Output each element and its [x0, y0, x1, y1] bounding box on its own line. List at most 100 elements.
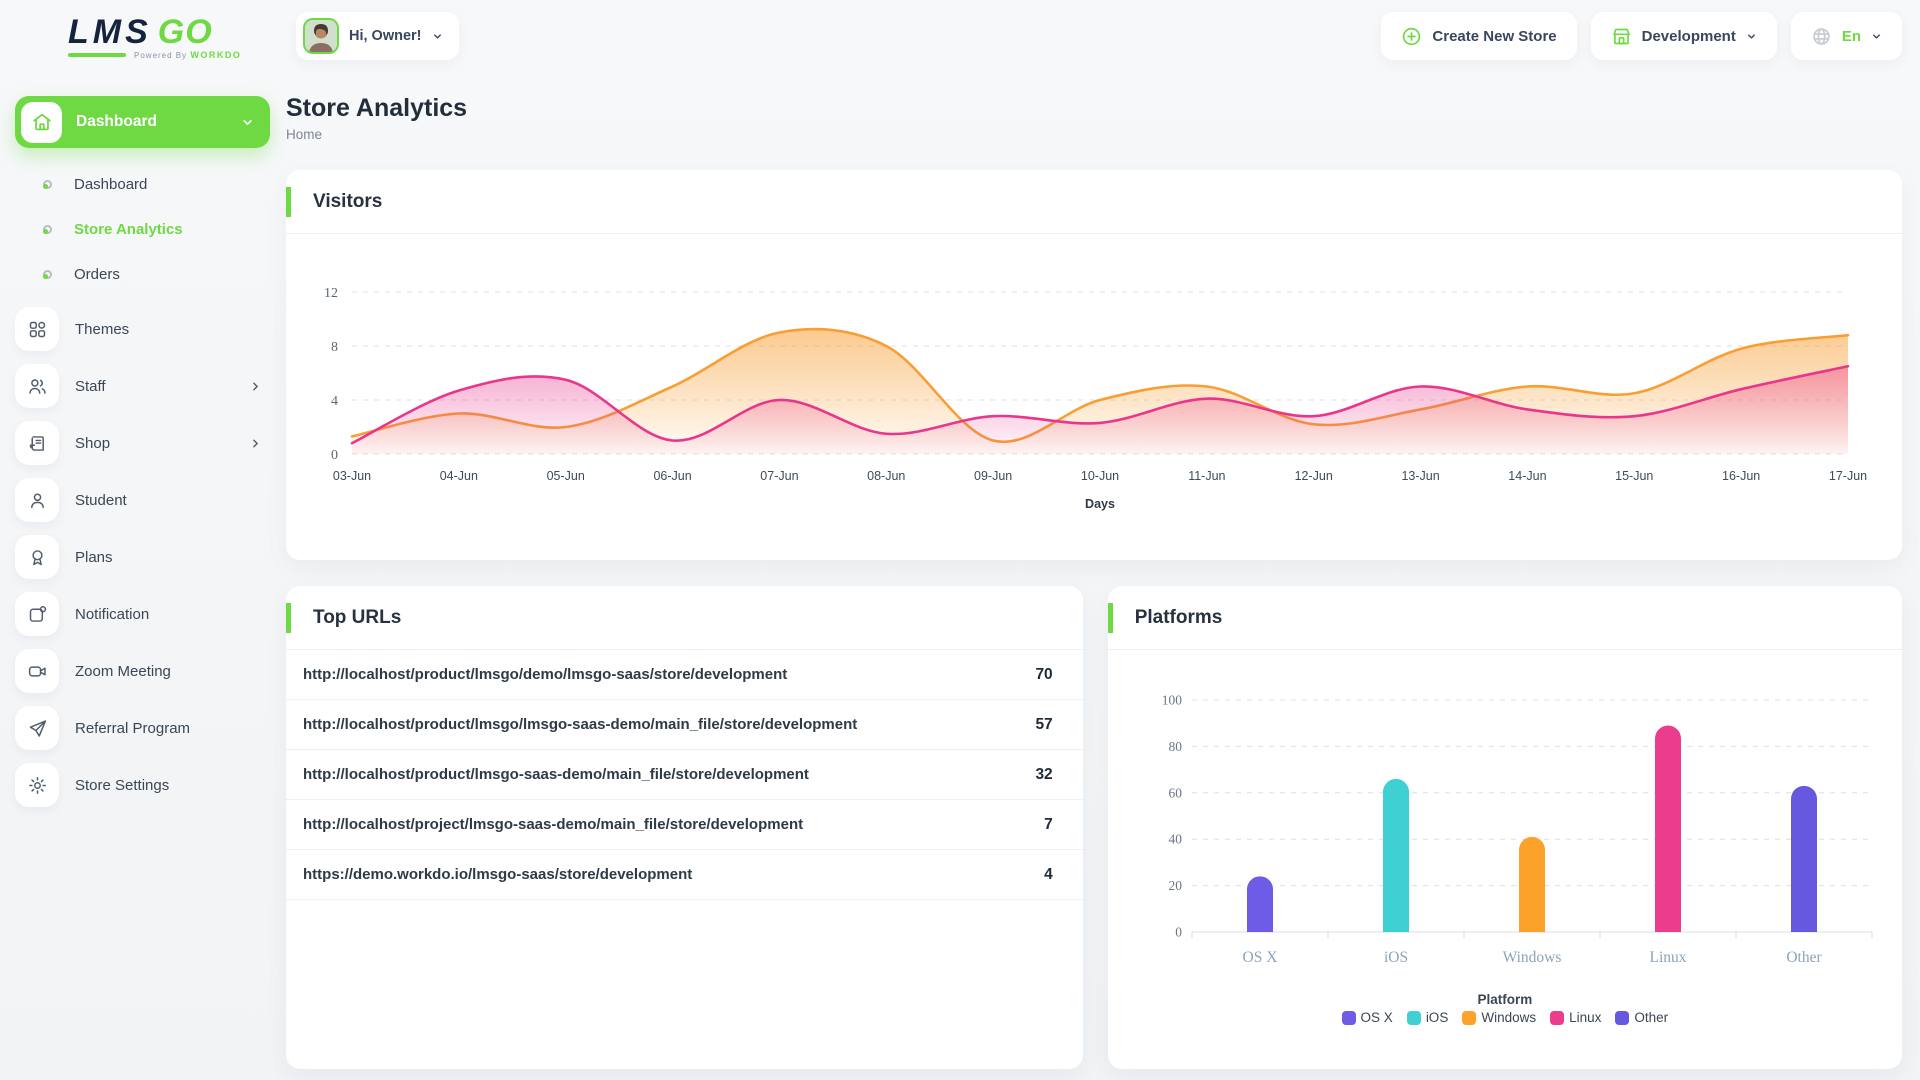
legend-title: Platform	[1477, 992, 1532, 1007]
sidebar-item-label: Referral Program	[75, 720, 270, 737]
top-url-row[interactable]: http://localhost/product/lmsgo/demo/lmsg…	[286, 650, 1083, 700]
bullet-icon	[43, 270, 52, 279]
app-logo[interactable]: LMS GO Powered By WORKDO	[0, 13, 286, 60]
visitors-area-chart: 1284003-Jun04-Jun05-Jun06-Jun07-Jun08-Ju…	[286, 234, 1902, 541]
url-count: 7	[1044, 816, 1053, 834]
notification-icon	[15, 592, 59, 636]
legend-swatch	[1462, 1011, 1476, 1025]
submenu-label: Orders	[74, 266, 120, 283]
svg-text:05-Jun: 05-Jun	[547, 469, 585, 483]
main-content: Store Analytics Home Visitors 1284003-Ju…	[286, 72, 1902, 1080]
sidebar-group-dashboard[interactable]: Dashboard	[15, 96, 270, 148]
send-icon	[15, 706, 59, 750]
svg-text:14-Jun: 14-Jun	[1508, 469, 1546, 483]
url-text: https://demo.workdo.io/lmsgo-saas/store/…	[303, 866, 1044, 883]
svg-text:17-Jun: 17-Jun	[1829, 469, 1867, 483]
svg-text:0: 0	[331, 448, 338, 463]
sidebar-item-plans[interactable]: Plans	[15, 535, 270, 579]
sidebar-item-notification[interactable]: Notification	[15, 592, 270, 636]
bar-windows	[1519, 837, 1545, 932]
chevron-down-icon	[1871, 31, 1882, 42]
sidebar-item-zoom-meeting[interactable]: Zoom Meeting	[15, 649, 270, 693]
award-icon	[15, 535, 59, 579]
language-dropdown[interactable]: En	[1791, 12, 1902, 60]
sidebar-submenu-item-orders[interactable]: Orders	[15, 252, 270, 297]
sidebar-item-staff[interactable]: Staff	[15, 364, 270, 408]
plus-circle-icon	[1401, 26, 1422, 47]
submenu-label: Store Analytics	[74, 221, 183, 238]
breadcrumb[interactable]: Home	[286, 127, 1902, 142]
legend-label: Other	[1634, 1010, 1668, 1025]
svg-text:0: 0	[1175, 925, 1182, 940]
home-icon	[21, 102, 62, 143]
logo-text-secondary: GO	[158, 13, 213, 52]
receipt-icon	[15, 421, 59, 465]
url-text: http://localhost/product/lmsgo-saas-demo…	[303, 766, 1035, 783]
svg-text:12-Jun: 12-Jun	[1295, 469, 1333, 483]
bar-other	[1791, 786, 1817, 932]
top-url-row[interactable]: http://localhost/project/lmsgo-saas-demo…	[286, 800, 1083, 850]
svg-text:Linux: Linux	[1649, 949, 1686, 966]
platforms-legend: Platform OS X iOS Windows Linux Other	[1342, 992, 1669, 1025]
sidebar-submenu-item-store-analytics[interactable]: Store Analytics	[15, 207, 270, 252]
sidebar-item-label: Store Settings	[75, 777, 270, 794]
sidebar-item-student[interactable]: Student	[15, 478, 270, 522]
sidebar-item-referral-program[interactable]: Referral Program	[15, 706, 270, 750]
top-urls-card: Top URLs http://localhost/product/lmsgo/…	[286, 586, 1083, 1069]
visitors-card-title: Visitors	[313, 191, 382, 213]
bullet-icon	[43, 180, 52, 189]
svg-text:12: 12	[324, 286, 338, 301]
legend-item-ios[interactable]: iOS	[1407, 1010, 1449, 1025]
svg-text:04-Jun: 04-Jun	[440, 469, 478, 483]
users-icon	[15, 364, 59, 408]
chevron-right-icon	[249, 437, 262, 450]
legend-item-os-x[interactable]: OS X	[1342, 1010, 1393, 1025]
avatar	[303, 18, 339, 54]
svg-text:07-Jun: 07-Jun	[760, 469, 798, 483]
sidebar-submenu: Dashboard Store Analytics Orders	[15, 162, 270, 297]
store-selector-dropdown[interactable]: Development	[1591, 12, 1777, 60]
user-menu[interactable]: Hi, Owner!	[296, 12, 459, 60]
url-count: 70	[1035, 666, 1052, 684]
chevron-right-icon	[249, 380, 262, 393]
legend-label: iOS	[1426, 1010, 1449, 1025]
svg-text:60: 60	[1168, 785, 1182, 800]
legend-label: OS X	[1361, 1010, 1393, 1025]
legend-item-other[interactable]: Other	[1615, 1010, 1668, 1025]
submenu-label: Dashboard	[74, 176, 147, 193]
url-count: 32	[1035, 766, 1052, 784]
sidebar-item-themes[interactable]: Themes	[15, 307, 270, 351]
sidebar-items: Themes Staff Shop Student Plans	[15, 307, 270, 807]
sidebar-item-label: Notification	[75, 606, 270, 623]
video-icon	[15, 649, 59, 693]
svg-text:09-Jun: 09-Jun	[974, 469, 1012, 483]
top-url-row[interactable]: https://demo.workdo.io/lmsgo-saas/store/…	[286, 850, 1083, 900]
store-icon	[1611, 26, 1632, 47]
sidebar-group-label: Dashboard	[76, 113, 227, 131]
top-url-row[interactable]: http://localhost/product/lmsgo-saas-demo…	[286, 750, 1083, 800]
chevron-down-icon	[1746, 31, 1757, 42]
sidebar-item-label: Themes	[75, 321, 270, 338]
visitors-card: Visitors 1284003-Jun04-Jun05-Jun06-Jun07…	[286, 170, 1902, 560]
legend-swatch	[1342, 1011, 1356, 1025]
platforms-card-title: Platforms	[1135, 607, 1223, 629]
svg-text:06-Jun: 06-Jun	[653, 469, 691, 483]
url-count: 4	[1044, 866, 1053, 884]
legend-item-windows[interactable]: Windows	[1462, 1010, 1536, 1025]
legend-swatch	[1550, 1011, 1564, 1025]
sidebar-item-store-settings[interactable]: Store Settings	[15, 763, 270, 807]
sidebar-item-shop[interactable]: Shop	[15, 421, 270, 465]
sidebar-item-label: Shop	[75, 435, 233, 452]
create-new-store-button[interactable]: Create New Store	[1381, 12, 1576, 60]
svg-text:40: 40	[1168, 832, 1182, 847]
top-url-row[interactable]: http://localhost/product/lmsgo/lmsgo-saa…	[286, 700, 1083, 750]
sidebar-submenu-item-dashboard[interactable]: Dashboard	[15, 162, 270, 207]
svg-text:13-Jun: 13-Jun	[1401, 469, 1439, 483]
chevron-down-icon	[241, 116, 254, 129]
svg-text:08-Jun: 08-Jun	[867, 469, 905, 483]
svg-text:Other: Other	[1786, 949, 1822, 966]
svg-text:20: 20	[1168, 878, 1182, 893]
legend-label: Windows	[1481, 1010, 1536, 1025]
legend-item-linux[interactable]: Linux	[1550, 1010, 1601, 1025]
svg-text:OS X: OS X	[1242, 949, 1277, 966]
